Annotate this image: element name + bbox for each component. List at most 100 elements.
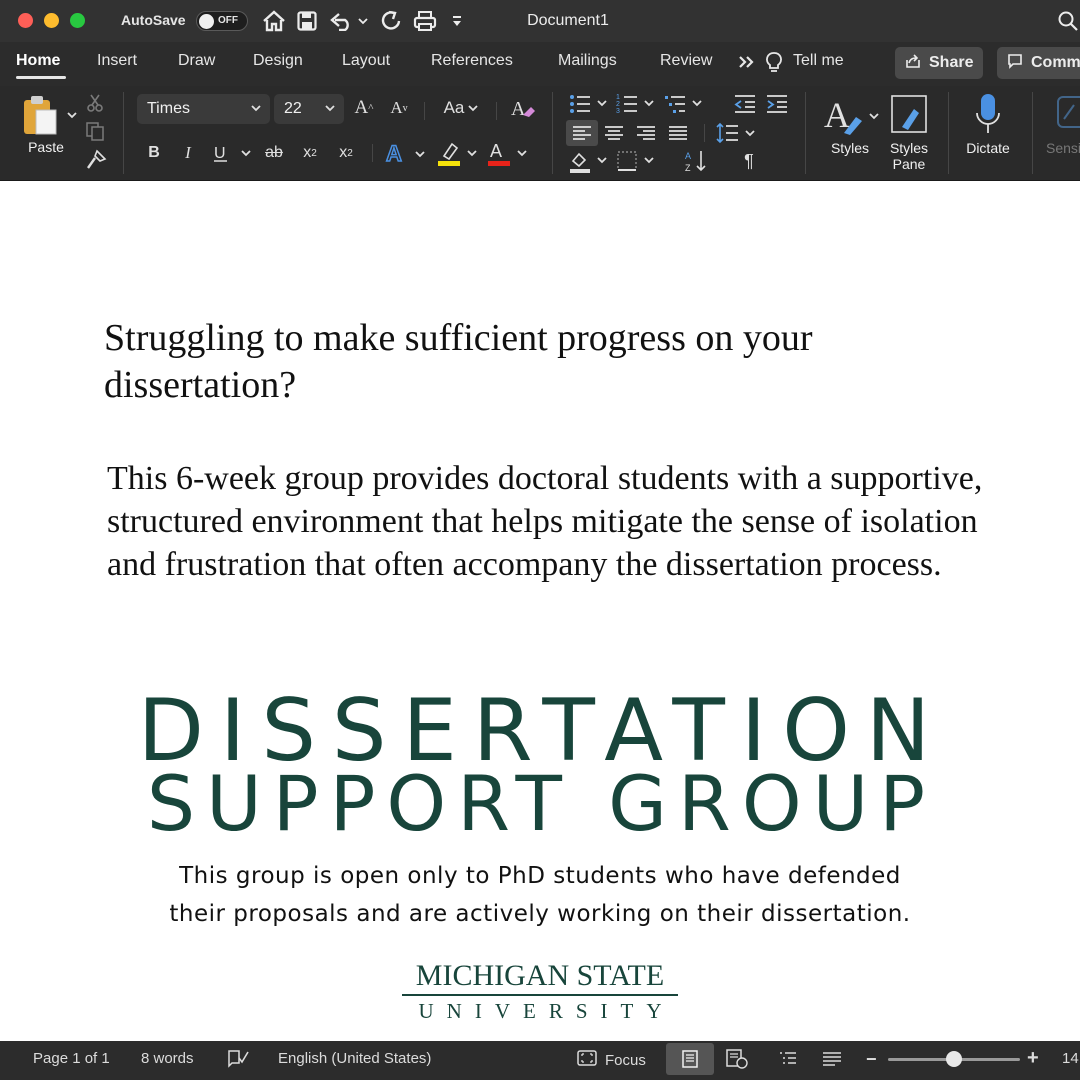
title-bar: AutoSave OFF Document1 [0,0,1080,42]
multilevel-list-icon[interactable] [663,92,705,116]
share-label: Share [929,54,974,71]
paste-button[interactable] [20,94,78,138]
zoom-percentage[interactable]: 14 [1062,1050,1079,1067]
tab-home[interactable]: Home [16,52,60,70]
proofing-icon[interactable] [227,1048,249,1068]
flyer-note-line1: This group is open only to PhD students … [179,863,901,889]
ribbon-separator [704,124,705,142]
shrink-font-icon[interactable]: Av [387,94,411,122]
ribbon-separator [123,92,124,174]
language-indicator[interactable]: English (United States) [278,1050,431,1067]
microphone-icon[interactable] [972,90,1004,138]
page-count[interactable]: Page 1 of 1 [33,1050,110,1067]
pilcrow-icon[interactable]: ¶ [738,148,760,174]
outline-view-icon[interactable] [778,1051,798,1067]
align-left-icon[interactable] [566,120,598,146]
tab-draw[interactable]: Draw [178,52,215,70]
strikethrough-icon[interactable]: ab [260,140,288,166]
focus-mode-button[interactable]: Focus [577,1050,646,1070]
word-count[interactable]: 8 words [141,1050,194,1067]
text-effects-icon[interactable]: A [384,138,430,168]
document-body-paragraph[interactable]: This 6-week group provides doctoral stud… [107,457,997,586]
styles-pane-label: Styles Pane [884,140,934,172]
change-case-label: Aa [443,98,465,117]
msu-logo-line2: UNIVERSITY [418,999,675,1023]
italic-icon[interactable]: I [177,140,199,166]
sensitivity-label: Sensi [1046,140,1080,156]
ribbon-separator [552,92,553,174]
cut-icon[interactable] [84,92,106,114]
svg-text:A: A [511,98,526,120]
decrease-indent-icon[interactable] [732,92,758,116]
shading-icon[interactable] [568,148,610,174]
comment-icon [1007,53,1023,74]
web-layout-view-icon[interactable] [726,1049,748,1069]
tab-layout[interactable]: Layout [342,52,390,70]
share-icon [905,53,921,73]
tab-review[interactable]: Review [660,52,712,70]
svg-text:Z: Z [685,163,691,173]
borders-icon[interactable] [615,148,657,174]
copy-icon[interactable] [84,120,106,142]
ribbon-separator [948,92,949,174]
svg-text:U: U [214,145,226,162]
paste-label: Paste [28,139,64,155]
font-size-dropdown[interactable]: 22 [274,94,344,124]
focus-label: Focus [605,1051,646,1069]
svg-text:A: A [824,95,850,135]
tab-design[interactable]: Design [253,52,303,70]
svg-text:1: 1 [616,94,620,101]
search-icon[interactable] [1056,6,1080,36]
home-ribbon: Paste Times 22 A ^ Av Aa A B I U ab x2 x2… [0,86,1080,181]
underline-icon[interactable]: U [211,140,253,166]
dictate-label: Dictate [966,140,1010,156]
msu-logo-rule [402,994,678,996]
svg-text:A: A [685,151,691,161]
grow-font-icon[interactable]: A ^ [352,94,376,122]
clear-formatting-icon[interactable]: A [508,94,538,122]
font-name-value: Times [147,100,190,117]
superscript-icon[interactable]: x2 [334,140,358,166]
styles-label: Styles [830,140,870,156]
chevron-down-icon [250,101,262,120]
ribbon-tab-bar: Home Insert Draw Design Layout Reference… [0,42,1080,86]
tell-me-search[interactable]: Tell me [793,52,844,70]
sensitivity-icon[interactable] [1050,92,1080,136]
status-bar: Page 1 of 1 8 words English (United Stat… [0,1041,1080,1080]
line-spacing-icon[interactable] [716,120,758,146]
styles-pane-icon[interactable] [888,92,930,136]
zoom-out-icon[interactable]: − [866,1049,877,1070]
bold-icon[interactable]: B [143,140,165,166]
font-color-icon[interactable]: A [486,138,532,168]
bullets-icon[interactable] [568,92,610,116]
zoom-slider-handle[interactable] [946,1051,962,1067]
justify-icon[interactable] [666,120,690,146]
flyer-eligibility-note: This group is open only to PhD students … [0,857,1080,933]
format-painter-icon[interactable] [84,148,108,172]
align-center-icon[interactable] [602,120,626,146]
highlight-color-icon[interactable] [436,138,482,168]
document-title: Document1 [527,12,609,29]
font-size-value: 22 [284,100,302,117]
styles-gallery-icon[interactable]: A [822,92,882,138]
document-heading[interactable]: Struggling to make sufficient progress o… [104,315,984,409]
tab-mailings[interactable]: Mailings [558,52,617,70]
increase-indent-icon[interactable] [764,92,790,116]
align-right-icon[interactable] [634,120,658,146]
flyer-title-line2: SUPPORT GROUP [146,759,937,848]
numbering-icon[interactable]: 123 [615,92,657,116]
print-layout-view-button[interactable] [666,1043,714,1075]
more-tabs-icon[interactable] [738,55,756,74]
tab-references[interactable]: References [431,52,513,70]
draft-view-icon[interactable] [822,1051,842,1067]
zoom-in-icon[interactable]: + [1027,1047,1039,1070]
sort-icon[interactable]: AZ [682,148,710,174]
change-case-button[interactable]: Aa [439,96,485,120]
ribbon-separator [1032,92,1033,174]
share-button[interactable]: Share [895,47,983,79]
subscript-icon[interactable]: x2 [298,140,322,166]
document-page[interactable]: Struggling to make sufficient progress o… [0,181,1080,1041]
tab-insert[interactable]: Insert [97,52,137,70]
font-name-dropdown[interactable]: Times [137,94,270,124]
comments-button[interactable]: Comm [997,47,1080,79]
